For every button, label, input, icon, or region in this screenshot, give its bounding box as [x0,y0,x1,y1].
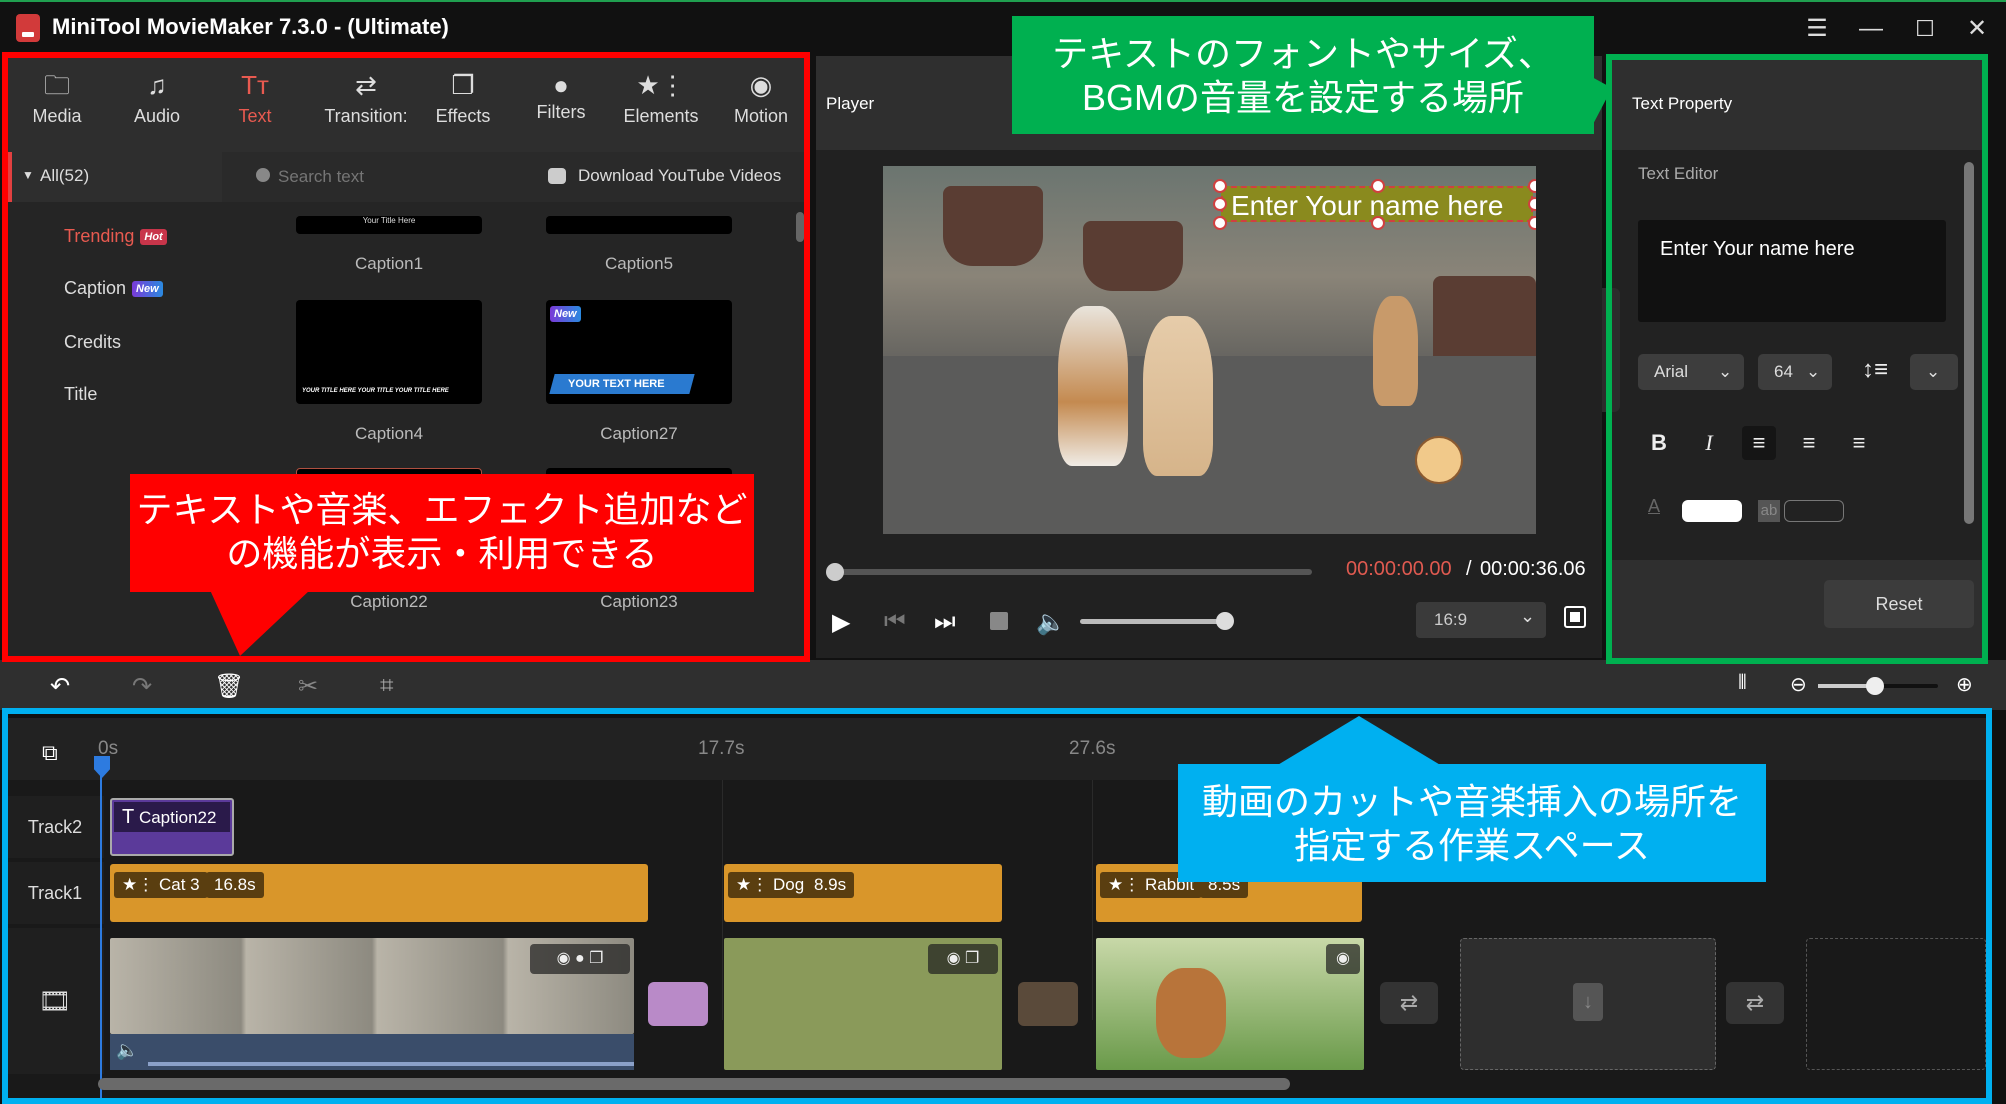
resize-handle[interactable] [1528,216,1536,230]
scene-kitten [1143,316,1213,476]
cat-sticker-icon[interactable] [1415,436,1463,484]
menu-icon[interactable]: ☰ [1802,14,1832,44]
close-icon[interactable]: ✕ [1962,14,1992,44]
zoom-in-icon[interactable]: ⊕ [1956,672,1973,697]
stop-icon[interactable] [990,612,1008,630]
annotation-red: テキストや音楽、エフェクト追加など の機能が表示・利用できる [130,474,754,592]
annotation-blue: 動画のカットや音楽挿入の場所を 指定する作業スペース [1178,764,1766,882]
scene-pot [1083,221,1183,291]
scene-kitten [1058,306,1128,466]
resize-handle[interactable] [1528,197,1536,211]
volume-icon[interactable]: 🔈 [1036,608,1066,637]
undo-icon[interactable]: ↶ [50,672,70,701]
annotation-frame-green [1606,54,1988,664]
resize-handle[interactable] [1213,179,1227,193]
zoom-slider-fill [1818,684,1872,688]
title-bar: MiniTool MovieMaker 7.3.0 - (Ultimate) ☰… [0,0,2006,52]
timeline-zoom-slider[interactable] [1818,677,1938,695]
chevron-down-icon: ⌄ [1520,606,1536,626]
video-preview[interactable]: Enter Your name here [883,166,1536,534]
fit-timeline-icon[interactable]: ⦀ [1738,672,1747,695]
previous-frame-icon[interactable]: ⏮ [884,608,906,636]
aspect-ratio-dropdown[interactable]: 16:9 ⌄ [1416,602,1546,638]
play-icon[interactable]: ▶ [832,608,850,637]
redo-icon[interactable]: ↷ [132,672,152,701]
total-time: 00:00:36.06 [1480,558,1586,580]
current-time: 00:00:00.00 [1346,558,1452,580]
app-title: MiniTool MovieMaker 7.3.0 - (Ultimate) [52,14,449,39]
seek-bar[interactable] [826,563,1312,581]
next-frame-icon[interactable]: ⏭ [934,608,956,636]
volume-slider[interactable] [1080,619,1222,624]
fullscreen-icon[interactable] [1564,606,1586,628]
resize-handle[interactable] [1213,216,1227,230]
resize-handle[interactable] [1213,197,1227,211]
zoom-out-icon[interactable]: ⊖ [1790,672,1807,697]
scissors-icon[interactable]: ✂ [298,672,318,701]
annotation-green: テキストのフォントやサイズ、 BGMの音量を設定する場所 [1012,16,1594,134]
zoom-slider-knob[interactable] [1866,677,1884,695]
app-logo-icon [16,14,40,42]
time-separator: / [1466,558,1472,580]
player-title: Player [826,94,875,113]
resize-handle[interactable] [1371,216,1385,230]
scene-pot [943,186,1043,266]
resize-handle[interactable] [1528,179,1536,193]
player-panel: Player Enter Your name here 00:00:00.00 … [816,56,1602,658]
maximize-icon[interactable]: ☐ [1910,14,1940,44]
scene-kitten [1373,296,1418,406]
seek-knob[interactable] [826,563,844,581]
crop-icon[interactable]: ⌗ [380,672,394,700]
volume-knob[interactable] [1216,612,1234,630]
edit-toolbar: ↶ ↷ 🗑 ✂ ⌗ ⦀ ⊖ ⊕ [0,660,2006,710]
resize-handle[interactable] [1371,179,1385,193]
app-window: MiniTool MovieMaker 7.3.0 - (Ultimate) ☰… [0,0,2006,1104]
delete-icon[interactable]: 🗑 [214,672,244,701]
minimize-icon[interactable]: — [1856,14,1886,44]
